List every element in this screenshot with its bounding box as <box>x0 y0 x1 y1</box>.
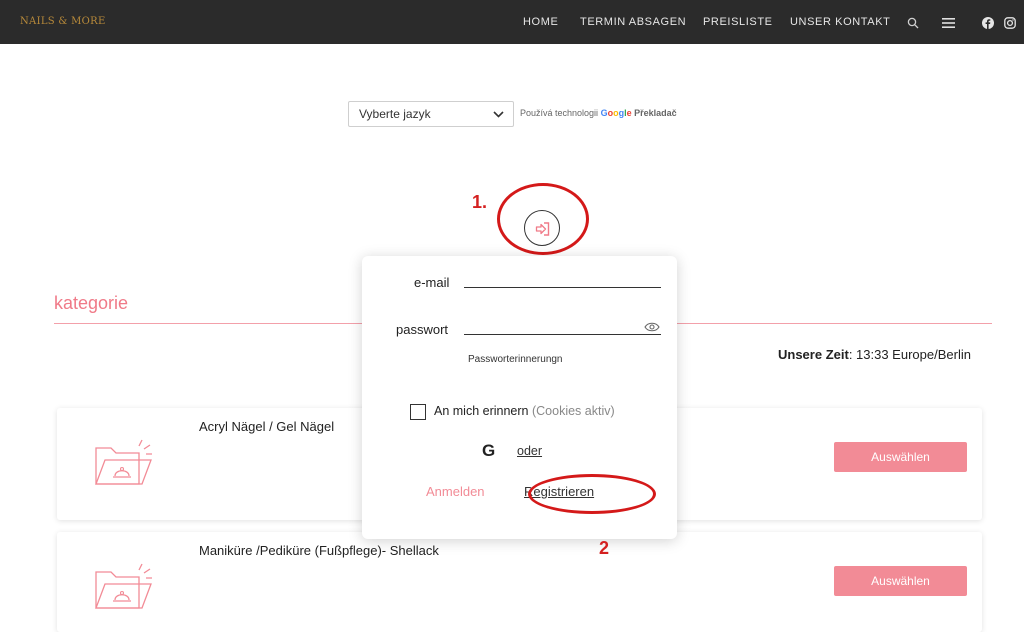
google-translate-credit: Používá technologii Google Překladač <box>520 108 677 118</box>
select-button[interactable]: Auswählen <box>834 566 967 596</box>
forgot-password-link[interactable]: Passworterinnerungn <box>468 354 563 365</box>
menu-icon[interactable] <box>942 14 956 28</box>
password-label: passwort <box>396 322 449 337</box>
annotation-ellipse-2 <box>528 474 656 514</box>
folder-service-icon <box>95 563 152 609</box>
remember-checkbox[interactable] <box>410 404 426 420</box>
language-select[interactable]: Vyberte jazyk <box>348 101 514 127</box>
category-name: Maniküre /Pediküre (Fußpflege)- Shellack <box>199 543 439 558</box>
instagram-icon[interactable] <box>1004 14 1018 29</box>
site-logo[interactable]: NAILS & MORE <box>20 16 106 27</box>
annotation-step-1: 1. <box>472 192 488 212</box>
google-logo-text[interactable]: Google <box>601 108 632 118</box>
password-field[interactable] <box>464 334 661 335</box>
nav-preisliste[interactable]: PREISLISTE <box>703 16 773 28</box>
category-name: Acryl Nägel / Gel Nägel <box>199 419 335 434</box>
category-title: kategorie <box>54 293 129 313</box>
nav-unser-kontakt[interactable]: UNSER KONTAKT <box>790 16 891 28</box>
login-toggle-button[interactable] <box>524 210 560 246</box>
eye-icon[interactable] <box>644 322 660 332</box>
chevron-down-icon <box>493 111 504 118</box>
nav-termin-absagen[interactable]: TERMIN ABSAGEN <box>580 16 686 28</box>
remember-label: An mich erinnern (Cookies aktiv) <box>434 404 615 418</box>
language-select-value: Vyberte jazyk <box>359 107 431 121</box>
login-icon <box>535 222 550 236</box>
oder-link[interactable]: oder <box>517 444 542 458</box>
login-button[interactable]: Anmelden <box>426 484 485 499</box>
email-label: e-mail <box>414 275 450 290</box>
nav-home[interactable]: HOME <box>523 16 558 28</box>
google-login-icon[interactable]: G <box>482 441 495 461</box>
top-navbar: NAILS & MORE HOME TERMIN ABSAGEN PREISLI… <box>0 0 1024 44</box>
category-card[interactable]: Maniküre /Pediküre (Fußpflege)- Shellack… <box>57 532 982 632</box>
server-time: Unsere Zeit: 13:33 Europe/Berlin <box>778 347 971 362</box>
annotation-step-2: 2 <box>599 538 610 558</box>
select-button[interactable]: Auswählen <box>834 442 967 472</box>
email-field[interactable] <box>464 287 661 288</box>
search-icon[interactable] <box>907 14 921 29</box>
folder-service-icon <box>95 439 152 485</box>
translate-link[interactable]: Překladač <box>634 108 677 118</box>
facebook-icon[interactable] <box>982 14 996 29</box>
